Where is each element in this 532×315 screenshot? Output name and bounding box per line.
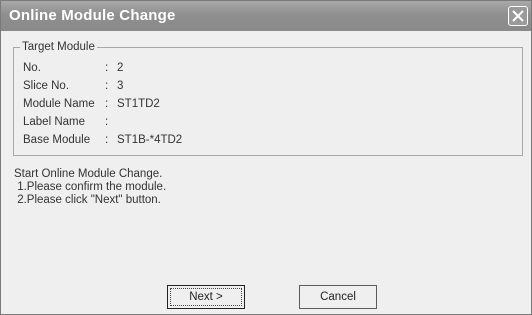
info-value: ST1B-*4TD2 — [117, 134, 183, 146]
title-bar[interactable]: Online Module Change — [1, 1, 531, 31]
next-button[interactable]: Next > — [167, 285, 245, 309]
info-value: 3 — [117, 80, 124, 92]
close-button[interactable] — [508, 6, 528, 26]
instruction-line-2: 1.Please confirm the module. — [14, 181, 167, 193]
target-module-group-label: Target Module — [20, 40, 97, 54]
info-label: Label Name — [23, 116, 86, 128]
info-label: No. — [23, 62, 41, 74]
info-label: Base Module — [23, 134, 91, 146]
target-module-group: Target Module No. : 2 Slice No. : 3 Modu… — [13, 40, 523, 156]
info-label: Slice No. — [23, 80, 70, 92]
info-value: ST1TD2 — [117, 98, 160, 110]
dialog-title: Online Module Change — [9, 7, 176, 24]
info-value: 2 — [117, 62, 124, 74]
info-label: Module Name — [23, 98, 95, 110]
instruction-line-3: 2.Please click "Next" button. — [14, 194, 161, 206]
online-module-change-dialog: Online Module Change Target Module No. :… — [0, 0, 532, 315]
dialog-body: Target Module No. : 2 Slice No. : 3 Modu… — [4, 31, 528, 313]
instruction-line-1: Start Online Module Change. — [14, 168, 163, 180]
cancel-button[interactable]: Cancel — [299, 285, 377, 309]
close-icon — [512, 10, 524, 22]
